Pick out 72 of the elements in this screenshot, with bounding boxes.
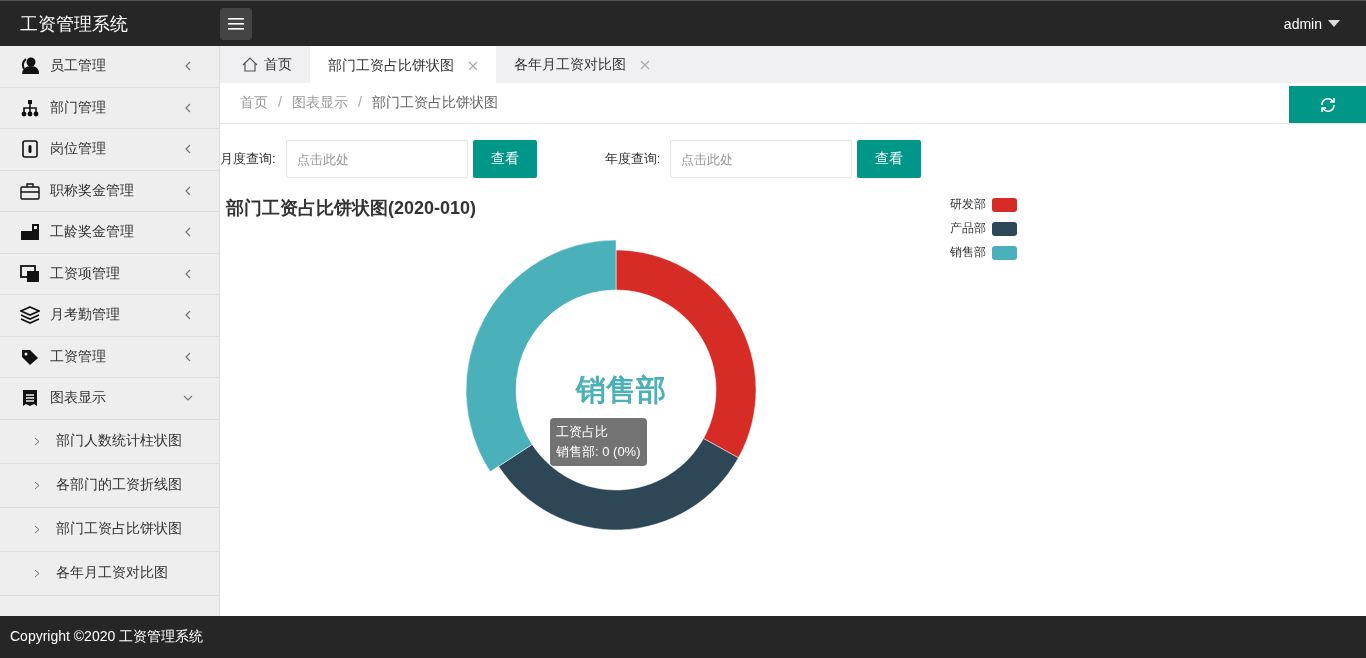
submenu-label: 部门人数统计柱状图 <box>56 432 182 450</box>
filter-label: 年度查询: <box>604 150 661 168</box>
legend-item[interactable]: 销售部 <box>950 244 1017 261</box>
menu-label: 图表显示 <box>50 389 107 408</box>
chart-title: 部门工资占比饼状图(2020-010) <box>225 197 478 220</box>
legend-label: 销售部 <box>950 244 986 261</box>
menu-icon <box>228 17 244 30</box>
sidebar-item[interactable]: 工龄奖金管理 <box>0 212 219 254</box>
date-field[interactable]: 点击此处 <box>670 140 853 178</box>
briefcase-icon <box>20 181 40 200</box>
receipt-icon <box>20 389 40 408</box>
filter-label: 月度查询: <box>220 150 276 168</box>
sidebar-item[interactable]: 月考勤管理 <box>0 295 219 337</box>
layers-icon <box>20 306 40 325</box>
chevron-right-icon <box>34 568 40 578</box>
submenu-label: 各部门的工资折线图 <box>56 476 182 494</box>
submenu-item[interactable]: 各年月工资对比图 <box>0 551 219 596</box>
submenu-item[interactable]: 各部门的工资折线图 <box>0 463 219 508</box>
id-card-icon <box>20 140 40 159</box>
app-title: 工资管理系统 <box>20 12 129 36</box>
submenu-item[interactable]: 部门人数统计柱状图 <box>0 419 219 464</box>
tooltip-text: 销售部: 0 (0%) <box>556 443 641 461</box>
legend-item[interactable]: 产品部 <box>950 220 1017 237</box>
menu-label: 岗位管理 <box>50 140 107 159</box>
tab-label: 各年月工资对比图 <box>514 55 626 74</box>
copyright-text: Copyright ©2020 工资管理系统 <box>10 628 204 646</box>
menu-label: 月考勤管理 <box>50 306 121 325</box>
breadcrumb-separator: / <box>357 94 362 112</box>
chevron-right-icon <box>34 524 40 534</box>
sidebar-item[interactable]: 部门管理 <box>0 87 219 129</box>
menu-label: 工资项管理 <box>50 264 121 283</box>
breadcrumb-separator: / <box>278 94 282 112</box>
tab[interactable]: 部门工资占比饼状图 <box>310 46 496 83</box>
legend-label: 产品部 <box>950 220 986 237</box>
chevron-right-icon <box>34 480 40 490</box>
sidebar-item[interactable]: 职称奖金管理 <box>0 170 219 212</box>
sitemap-icon <box>20 98 40 117</box>
sidebar-item[interactable]: 工资项管理 <box>0 253 219 295</box>
home-icon <box>242 57 258 72</box>
tab[interactable]: 首页 <box>224 46 310 83</box>
menu-label: 部门管理 <box>50 98 107 117</box>
tooltip-title: 工资占比 <box>556 423 609 441</box>
view-button[interactable]: 查看 <box>857 140 922 178</box>
tag-icon <box>20 347 40 366</box>
chevron-right-icon <box>34 436 40 446</box>
sidebar-item[interactable]: 图表显示 <box>0 378 219 420</box>
submenu-item[interactable]: 部门工资占比饼状图 <box>0 507 219 552</box>
breadcrumb-link[interactable]: 部门工资占比饼状图 <box>371 94 498 112</box>
refresh-icon <box>1318 95 1337 114</box>
view-button[interactable]: 查看 <box>472 140 537 178</box>
tab-label: 部门工资占比饼状图 <box>328 56 454 75</box>
sidebar-item[interactable]: 工资管理 <box>0 336 219 378</box>
sidebar-item[interactable]: 员工管理 <box>0 46 219 88</box>
user-icon <box>20 57 40 76</box>
menu-label: 员工管理 <box>50 57 107 76</box>
menu-label: 工资管理 <box>50 347 107 366</box>
submenu-label: 部门工资占比饼状图 <box>56 520 182 538</box>
date-field[interactable]: 点击此处 <box>285 140 468 178</box>
caret-icon <box>1328 20 1340 27</box>
sidebar-item[interactable]: 岗位管理 <box>0 129 219 171</box>
menu-button[interactable] <box>220 7 252 40</box>
legend-label: 研发部 <box>950 196 986 213</box>
legend-item[interactable]: 研发部 <box>950 196 1017 213</box>
menu-label: 工龄奖金管理 <box>50 223 135 242</box>
menu-label: 职称奖金管理 <box>50 181 135 200</box>
user-menu[interactable]: admin <box>1277 14 1346 33</box>
submenu-label: 各年月工资对比图 <box>56 564 168 582</box>
donut-slice[interactable] <box>498 438 739 531</box>
tab[interactable]: 各年月工资对比图 <box>496 46 668 83</box>
refresh-button[interactable] <box>1289 86 1366 123</box>
tab-label: 首页 <box>264 55 292 74</box>
center-label: 销售部 <box>576 372 666 408</box>
